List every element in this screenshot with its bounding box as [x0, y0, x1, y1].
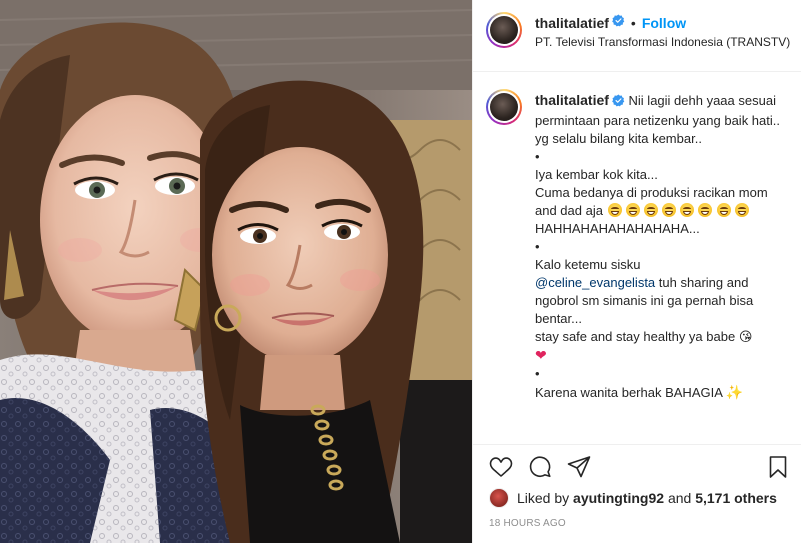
caption-line: stay safe and stay healthy ya babe	[535, 329, 736, 344]
caption-bullet: •	[535, 149, 540, 164]
verified-badge-icon	[612, 14, 625, 32]
post-details-panel: thalitalatief • Follow PT. Televisi Tran…	[472, 0, 801, 543]
heart-icon[interactable]	[489, 455, 515, 481]
post-photo[interactable]	[0, 0, 472, 543]
liker-username[interactable]: ayutingting92	[573, 490, 664, 506]
author-avatar[interactable]	[486, 12, 522, 48]
post-timestamp[interactable]: 18 HOURS AGO	[489, 518, 566, 529]
caption-line: HAHHAHAHAHAHAHAHA...	[535, 221, 700, 236]
laughing-emoji-group	[607, 203, 713, 217]
red-heart-emoji-icon: ❤	[535, 347, 547, 363]
caption-bullet: •	[535, 239, 540, 254]
likes-and: and	[667, 490, 692, 506]
laughing-emoji-icon	[735, 203, 750, 217]
laughing-emoji-icon	[717, 203, 732, 217]
author-row: thalitalatief • Follow	[535, 14, 686, 32]
location-link[interactable]: PT. Televisi Transformasi Indonesia (TRA…	[535, 35, 793, 49]
laughing-emoji-group	[716, 203, 750, 217]
caption-line: Iya kembar kok kita...	[535, 167, 658, 182]
kiss-emoji-icon: 😘	[738, 329, 753, 344]
selfie-image	[0, 0, 472, 543]
sparkles-emoji-icon: ✨	[725, 384, 744, 400]
mention-link[interactable]: @celine_evangelista	[535, 275, 655, 290]
laughing-emoji-icon	[697, 203, 712, 217]
laughing-emoji-icon	[643, 203, 658, 217]
caption-username[interactable]: thalitalatief	[535, 92, 609, 108]
caption-bullet: •	[535, 366, 540, 381]
caption-author-avatar[interactable]	[486, 89, 522, 125]
laughing-emoji-icon	[679, 203, 694, 217]
laughing-emoji-icon	[625, 203, 640, 217]
caption-line: Karena wanita berhak BAHAGIA	[535, 385, 723, 400]
author-username[interactable]: thalitalatief	[535, 15, 609, 31]
share-icon[interactable]	[567, 455, 593, 481]
caption-line: Kalo ketemu sisku	[535, 257, 641, 272]
post-header: thalitalatief • Follow PT. Televisi Tran…	[473, 0, 801, 72]
bookmark-icon[interactable]	[766, 455, 792, 481]
caption-area: thalitalatief Nii lagii dehh yaaa sesuai…	[473, 73, 801, 443]
likes-summary: Liked by ayutingting92 and 5,171 others	[489, 487, 777, 509]
verified-badge-icon	[612, 94, 625, 112]
action-bar	[473, 444, 801, 490]
likes-count-link[interactable]: 5,171 others	[695, 490, 777, 506]
caption-text: thalitalatief Nii lagii dehh yaaa sesuai…	[535, 91, 785, 402]
separator-dot: •	[630, 15, 636, 31]
likes-prefix: Liked by	[517, 490, 570, 506]
laughing-emoji-icon	[607, 203, 622, 217]
liker-avatar[interactable]	[489, 488, 509, 508]
comment-icon[interactable]	[528, 455, 554, 481]
follow-button[interactable]: Follow	[642, 15, 686, 31]
laughing-emoji-icon	[661, 203, 676, 217]
